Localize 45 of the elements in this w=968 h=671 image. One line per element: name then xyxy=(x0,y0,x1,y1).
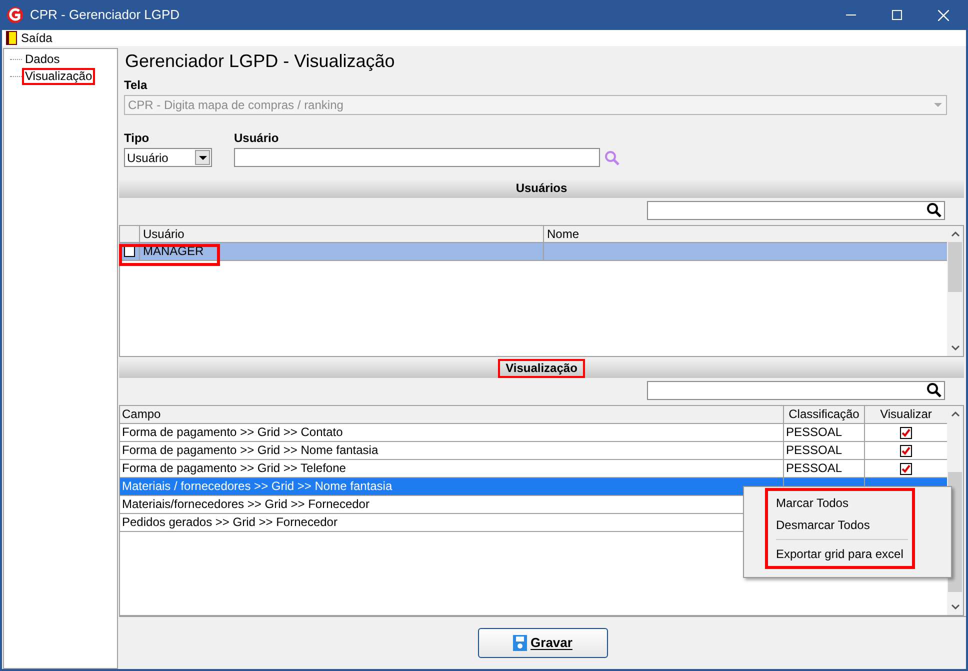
table-cell: Forma de pagamento >> Grid >> Contato xyxy=(120,424,784,441)
page-heading: Gerenciador LGPD - Visualização xyxy=(125,50,396,72)
exit-menu-item[interactable]: Saída xyxy=(6,29,52,47)
table-row[interactable]: Forma de pagamento >> Grid >> Nome fantasia PESSOAL xyxy=(120,442,947,460)
table-row[interactable]: Forma de pagamento >> Grid >> Contato PESSOAL xyxy=(120,424,947,442)
vertical-scrollbar[interactable] xyxy=(947,226,963,356)
table-cell: PESSOAL xyxy=(784,460,865,477)
column-header[interactable]: Usuário xyxy=(140,226,544,242)
table-cell: PESSOAL xyxy=(784,424,865,441)
scrollbar-thumb[interactable] xyxy=(948,242,962,292)
column-header[interactable]: Nome xyxy=(544,226,947,242)
search-icon xyxy=(926,202,942,218)
table-cell: MANAGER xyxy=(140,243,544,260)
type-dropdown[interactable]: Usuário xyxy=(124,148,212,167)
dropdown-arrow-icon xyxy=(934,103,942,107)
table-cell: Forma de pagamento >> Grid >> Telefone xyxy=(120,460,784,477)
field-label: Tipo xyxy=(124,131,150,145)
save-button[interactable]: Gravar xyxy=(478,628,608,658)
table-row[interactable]: Forma de pagamento >> Grid >> Telefone PESSOAL xyxy=(120,460,947,478)
close-icon xyxy=(938,10,948,20)
window-title: CPR - Gerenciador LGPD xyxy=(30,6,180,24)
app-logo-icon xyxy=(6,6,24,24)
table-cell: Forma de pagamento >> Grid >> Nome fantasia xyxy=(120,442,784,459)
field-label: Usuário xyxy=(234,131,280,145)
user-input-field[interactable] xyxy=(234,148,600,167)
grid-search-field[interactable] xyxy=(647,380,945,400)
checkbox[interactable] xyxy=(900,426,912,438)
maximize-icon xyxy=(892,10,902,20)
tree-item[interactable]: Visualização xyxy=(22,68,96,85)
door-icon xyxy=(6,31,17,45)
tree-item[interactable]: Dados xyxy=(22,51,63,68)
grid-search-field[interactable] xyxy=(647,200,945,220)
section-title: Visualização xyxy=(498,359,586,378)
section-title: Usuários xyxy=(514,180,568,197)
menu-item[interactable]: Exportar grid para excel xyxy=(776,543,908,565)
checkbox[interactable] xyxy=(900,444,912,456)
column-header[interactable]: Visualizar xyxy=(865,406,947,423)
column-header[interactable]: Campo xyxy=(120,406,784,423)
column-header[interactable]: Classificação xyxy=(784,406,865,423)
checkbox[interactable] xyxy=(124,246,135,257)
table-row[interactable]: MANAGER xyxy=(120,243,947,261)
search-icon xyxy=(926,382,942,398)
field-label: Tela xyxy=(124,78,148,92)
table-cell: PESSOAL xyxy=(784,442,865,459)
checkbox[interactable] xyxy=(900,462,912,474)
